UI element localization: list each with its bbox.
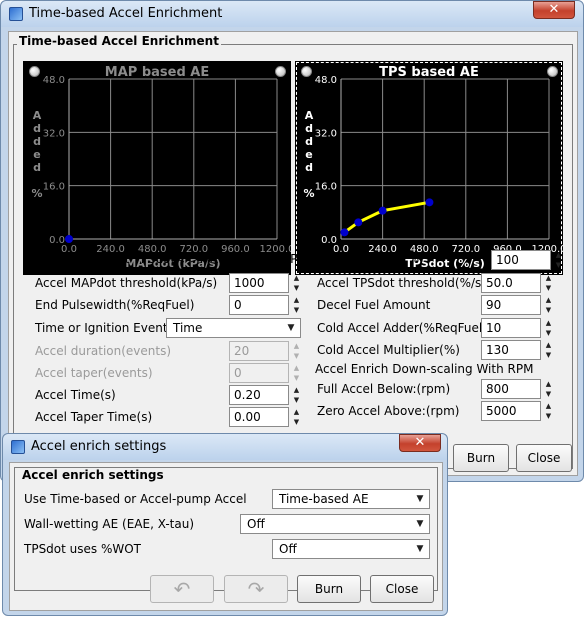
tps-graph: TPS based AE 48.0 32.0 16.0 0.0 0.0 240.0 480.0… [295,61,563,275]
cold-accel-adder-spinner[interactable]: ▲ ▼ [543,318,554,338]
accel-mode-select[interactable]: Time-based AE ▼ [272,489,430,509]
decel-fuel-spinner[interactable]: ▲ ▼ [543,295,554,315]
main-window: Time-based Accel Enrichment ✕ Time-based… [0,0,584,482]
cold-accel-adder-input[interactable]: 10 [481,318,541,338]
close-button[interactable]: Close [516,444,572,472]
dialog-burn-button[interactable]: Burn [297,575,361,603]
burn-button[interactable]: Burn [453,444,509,472]
dialog-app-icon [11,440,25,454]
main-panel: Time-based Accel Enrichment MAP based AE… [8,31,578,476]
full-accel-below-input[interactable]: 800 [481,379,541,399]
zero-accel-above-input[interactable]: 5000 [481,401,541,421]
accel-taper-spinner: ▲ ▼ [293,364,300,382]
accel-taper-time-input[interactable]: 0.00 [229,407,289,427]
accel-duration-input: 20 [229,341,289,361]
dialog-panel-title: Accel enrich settings [22,468,164,482]
dialog-panel: Accel enrich settings Use Time-based or … [9,462,443,611]
undo-icon: ↶ [173,577,191,601]
accel-duration-spinner: ▲ ▼ [293,342,300,360]
tps-data-point [354,218,363,227]
app-icon [9,7,23,21]
accel-mode-label: Use Time-based or Accel-pump Accel [24,492,247,506]
blend-label: Accel enrichment TPSdot<->MAPdot blend. … [25,252,424,266]
tps-threshold-label: Accel TPSdot threshold(%/s) [317,276,486,290]
full-accel-below-spinner[interactable]: ▲ ▼ [543,379,554,399]
end-pulsewidth-input[interactable]: 0 [229,295,289,315]
accel-taper-label: Accel taper(events) [35,366,153,380]
window-close-icon[interactable]: ✕ [533,1,575,19]
tps-threshold-spinner[interactable]: ▲ ▼ [543,273,554,293]
accel-mode-value: Time-based AE [279,492,369,506]
tps-chart: TPS based AE48.032.016.00.00.0 240.0 480.0… [303,65,563,270]
chevron-down-icon: ▼ [416,494,424,504]
undo-button[interactable]: ↶ [150,575,214,603]
zero-accel-above-label: Zero Accel Above:(rpm) [317,404,460,418]
redo-button[interactable]: ↷ [224,575,288,603]
cold-accel-multiplier-label: Cold Accel Multiplier(%) [317,343,460,357]
blend-spinner[interactable]: ▲ ▼ [553,250,564,270]
cold-accel-adder-label: Cold Accel Adder(%ReqFuel) [317,321,487,335]
wall-wetting-value: Off [247,517,265,531]
redo-icon: ↷ [247,577,265,601]
map-threshold-spinner[interactable]: ▲ ▼ [291,273,302,293]
downscale-heading: Accel Enrich Down-scaling With RPM [315,362,534,376]
accel-taper-input: 0 [229,363,289,383]
blend-input[interactable]: 100 [491,250,551,270]
accel-duration-label: Accel duration(events) [35,344,172,358]
end-pulsewidth-label: End Pulsewidth(%ReqFuel) [35,298,195,312]
tpsdot-wot-label: TPSdot uses %WOT [24,542,142,556]
chevron-down-icon: ▼ [287,323,295,333]
time-or-ign-label: Time or Ignition Events [35,321,174,335]
main-window-titlebar[interactable]: Time-based Accel Enrichment ✕ [1,1,583,27]
tpsdot-wot-value: Off [279,542,297,556]
tps-title: TPS based AE [379,65,479,80]
wall-wetting-select[interactable]: Off ▼ [240,514,430,534]
main-panel-title: Time-based Accel Enrichment [17,34,221,48]
cold-accel-multiplier-spinner[interactable]: ▲ ▼ [543,340,554,360]
time-or-ign-value: Time [173,321,203,335]
time-or-ign-select[interactable]: Time ▼ [166,318,301,338]
chevron-down-icon: ▼ [416,544,424,554]
accel-taper-time-spinner[interactable]: ▲ ▼ [291,407,302,427]
tps-y-tick-label: 48.0 [315,75,337,86]
map-y-tick-label: 32.0 [43,128,65,139]
dialog-close-button[interactable]: Close [370,575,434,603]
accel-time-spinner[interactable]: ▲ ▼ [291,385,302,405]
dialog-title: Accel enrich settings [31,439,167,454]
tps-data-point [340,228,349,237]
tps-y-tick-label: 16.0 [315,182,337,193]
tps-data-point [425,198,434,207]
accel-time-input[interactable]: 0.20 [229,385,289,405]
tpsdot-wot-select[interactable]: Off ▼ [272,539,430,559]
accel-enrich-dialog: Accel enrich settings ✕ Accel enrich set… [2,433,448,616]
map-y-tick-label: 48.0 [43,75,65,86]
map-data-point [65,235,73,243]
tps-series-line [343,200,430,234]
tps-y-tick-label: 32.0 [315,128,337,139]
zero-accel-above-spinner[interactable]: ▲ ▼ [543,401,554,421]
accel-time-label: Accel Time(s) [35,388,116,402]
main-window-title: Time-based Accel Enrichment [29,6,223,21]
map-chart: MAP based AE48.032.016.00.00.0 240.0 480.0… [31,65,291,270]
full-accel-below-label: Full Accel Below:(rpm) [317,382,451,396]
cold-accel-multiplier-input[interactable]: 130 [481,340,541,360]
map-y-tick-label: 16.0 [43,182,65,193]
decel-fuel-input[interactable]: 90 [481,295,541,315]
map-threshold-label: Accel MAPdot threshold(kPa/s) [35,276,218,290]
tps-x-tick-label: 720.0 [451,244,480,255]
dialog-close-icon[interactable]: ✕ [399,434,441,452]
map-y-axis-label: Ad d e d% [31,109,42,200]
accel-taper-time-label: Accel Taper Time(s) [35,410,153,424]
dialog-titlebar[interactable]: Accel enrich settings ✕ [3,434,447,460]
end-pulsewidth-spinner[interactable]: ▲ ▼ [291,295,302,315]
tps-threshold-input[interactable]: 50.0 [481,273,541,293]
chevron-down-icon: ▼ [416,519,424,529]
map-threshold-input[interactable]: 1000 [229,273,289,293]
tps-data-point [378,206,387,215]
decel-fuel-label: Decel Fuel Amount [317,298,431,312]
tps-y-axis-label: Ad d e d% [303,109,314,200]
map-graph: MAP based AE 48.0 32.0 16.0 0.0 0.0 240.0 480.0… [23,61,291,275]
wall-wetting-label: Wall-wetting AE (EAE, X-tau) [24,517,195,531]
map-title: MAP based AE [105,65,209,80]
